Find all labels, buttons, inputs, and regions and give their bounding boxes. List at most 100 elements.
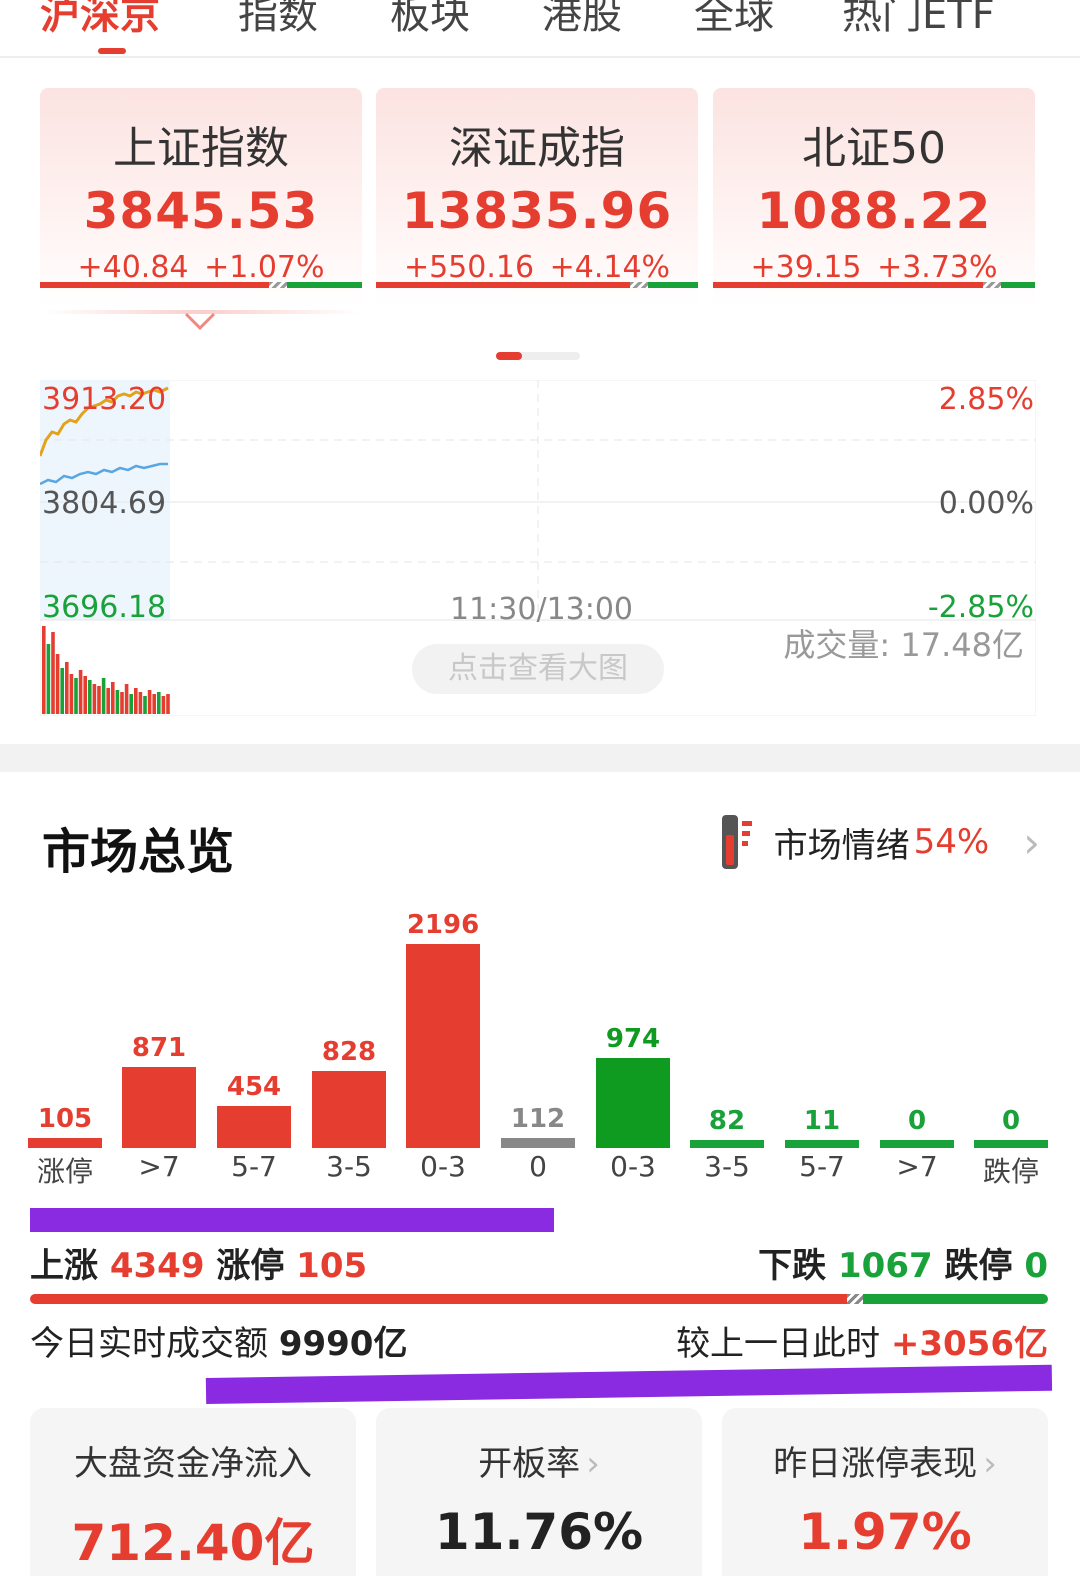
index-card-beizheng50[interactable]: 北证50 1088.22 +39.15 +3.73% bbox=[713, 88, 1035, 308]
chart-low-label: 3696.18 bbox=[42, 590, 167, 625]
volume-bar bbox=[88, 680, 92, 714]
section-divider bbox=[0, 744, 1080, 772]
volume-bar bbox=[106, 688, 110, 714]
distribution-bar-label: >7 bbox=[138, 1150, 180, 1183]
highlight-mark bbox=[205, 1364, 1053, 1404]
volume-bar bbox=[143, 696, 147, 714]
tab-hushenjing[interactable]: 沪深京 bbox=[40, 0, 160, 40]
chart-time-label: 11:30/13:00 bbox=[450, 592, 634, 627]
distribution-bar-group: 0 >7 bbox=[880, 900, 954, 1200]
distribution-bar bbox=[596, 1058, 670, 1148]
index-change-points: +550.16 bbox=[403, 250, 535, 285]
intraday-mini-chart[interactable]: 3913.20 3804.69 3696.18 2.85% 0.00% -2.8… bbox=[40, 380, 1036, 716]
chevron-right-icon: › bbox=[586, 1444, 600, 1484]
distribution-bar-group: 974 0-3 bbox=[596, 900, 670, 1200]
highlight-mark bbox=[30, 1208, 554, 1232]
volume-bar bbox=[92, 684, 97, 714]
limit-down-label: 跌停 bbox=[944, 1246, 1013, 1286]
volume-bar bbox=[60, 668, 64, 714]
index-change-pct: +4.14% bbox=[549, 250, 671, 285]
distribution-bar-value: 974 bbox=[605, 1024, 661, 1054]
distribution-bar-label: 涨停 bbox=[36, 1155, 93, 1188]
card-pointer-icon bbox=[184, 312, 216, 330]
turnover-summary: 今日实时成交额 9990亿 较上一日此时 +3056亿 bbox=[30, 1316, 1048, 1366]
volume-bar bbox=[120, 692, 124, 714]
distribution-bar bbox=[122, 1067, 196, 1148]
tab-hk-stocks[interactable]: 港股 bbox=[542, 0, 622, 40]
sentiment-value: 54% bbox=[913, 822, 990, 862]
index-name: 深证成指 bbox=[449, 123, 625, 174]
chart-mid-pct: 0.00% bbox=[938, 486, 1034, 521]
distribution-bar bbox=[406, 944, 480, 1148]
chart-high-label: 3913.20 bbox=[42, 382, 167, 417]
distribution-bar-value: 11 bbox=[803, 1106, 841, 1136]
distribution-bar bbox=[974, 1140, 1048, 1148]
distribution-bar-label: 5-7 bbox=[231, 1150, 277, 1183]
distribution-bar-value: 2196 bbox=[406, 910, 480, 940]
turnover-compare-value: +3056亿 bbox=[890, 1324, 1048, 1364]
advance-decline-distribution-chart[interactable]: 105 涨停 871 >7 454 5-7 828 3-5 2196 0-3 112 0 974 0-3 8… bbox=[0, 900, 1080, 1200]
distribution-bar bbox=[312, 1071, 386, 1148]
distribution-bar bbox=[690, 1140, 764, 1148]
distribution-bar-group: 0 跌停 bbox=[974, 900, 1048, 1200]
volume-bar bbox=[129, 694, 133, 714]
sentiment-label: 市场情绪 bbox=[773, 825, 910, 866]
distribution-bar-value: 105 bbox=[37, 1104, 93, 1134]
volume-bar bbox=[152, 694, 156, 714]
limit-down-count: 0 bbox=[1024, 1246, 1048, 1286]
volume-bar bbox=[111, 682, 115, 714]
distribution-bar bbox=[217, 1106, 291, 1148]
distribution-bar bbox=[28, 1138, 102, 1148]
down-label: 下跌 bbox=[758, 1246, 827, 1286]
up-label: 上涨 bbox=[30, 1246, 98, 1286]
yesterday-limit-up-title: 昨日涨停表现 bbox=[773, 1444, 978, 1484]
turnover-label: 今日实时成交额 bbox=[30, 1324, 268, 1364]
card-pager bbox=[496, 352, 580, 360]
volume-bar bbox=[134, 688, 138, 714]
advance-decline-bar bbox=[40, 282, 362, 288]
index-change-points: +39.15 bbox=[750, 250, 862, 285]
limit-up-label: 涨停 bbox=[216, 1246, 285, 1286]
index-name: 上证指数 bbox=[113, 123, 289, 174]
yesterday-limit-up-card[interactable]: 昨日涨停表现 › 1.97% bbox=[722, 1408, 1048, 1576]
tab-hot-etf[interactable]: 热门ETF bbox=[842, 0, 995, 40]
yesterday-limit-up-value: 1.97% bbox=[798, 1503, 972, 1561]
distribution-bar-value: 112 bbox=[510, 1104, 566, 1134]
tab-sector[interactable]: 板块 bbox=[390, 0, 470, 40]
index-value: 1088.22 bbox=[756, 182, 992, 240]
index-change-pct: +1.07% bbox=[204, 250, 325, 285]
index-card-shanghai[interactable]: 上证指数 3845.53 +40.84 +1.07% bbox=[40, 88, 362, 308]
volume-bar bbox=[74, 678, 78, 714]
distribution-bar-group: 871 >7 bbox=[122, 900, 196, 1200]
board-open-rate-title: 开板率 bbox=[478, 1444, 581, 1484]
index-change-pct: +3.73% bbox=[877, 250, 998, 285]
distribution-bar bbox=[880, 1140, 954, 1148]
board-open-rate-card[interactable]: 开板率 › 11.76% bbox=[376, 1408, 702, 1576]
market-page: 沪深京 指数 板块 港股 全球 热门ETF 上证指数 3845.53 +40.8… bbox=[0, 0, 1080, 1576]
volume-bar bbox=[138, 692, 143, 714]
volume-bar bbox=[166, 694, 170, 714]
volume-bar bbox=[157, 692, 161, 714]
advance-decline-ratio-bar bbox=[30, 1294, 1048, 1304]
distribution-bar-group: 2196 0-3 bbox=[406, 900, 480, 1200]
net-inflow-value: 712.40亿 bbox=[71, 1514, 315, 1572]
distribution-bar bbox=[501, 1138, 575, 1148]
turnover-value: 9990亿 bbox=[278, 1324, 408, 1364]
view-full-chart-button[interactable]: 点击查看大图 bbox=[412, 644, 664, 694]
market-sentiment-link[interactable]: 市场情绪 54% › bbox=[718, 812, 1040, 872]
distribution-bar-label: 3-5 bbox=[704, 1150, 750, 1183]
advance-decline-summary: 上涨 4349 涨停 105 下跌 1067 跌停 0 bbox=[30, 1238, 1048, 1288]
volume-bar bbox=[101, 678, 106, 714]
volume-bar bbox=[65, 662, 69, 714]
tab-global[interactable]: 全球 bbox=[694, 0, 774, 40]
distribution-bar bbox=[785, 1140, 859, 1148]
index-card-shenzhen[interactable]: 深证成指 13835.96 +550.16 +4.14% bbox=[376, 88, 698, 308]
distribution-bar-label: 0 bbox=[529, 1150, 547, 1183]
distribution-bar-group: 105 涨停 bbox=[28, 900, 102, 1200]
market-overview-title: 市场总览 bbox=[42, 824, 235, 880]
distribution-bar-label: 0-3 bbox=[420, 1150, 466, 1183]
tab-index[interactable]: 指数 bbox=[238, 0, 318, 40]
index-name: 北证50 bbox=[802, 123, 946, 174]
distribution-bar-label: 跌停 bbox=[982, 1155, 1039, 1188]
net-inflow-card[interactable]: 大盘资金净流入 712.40亿 bbox=[30, 1408, 356, 1576]
